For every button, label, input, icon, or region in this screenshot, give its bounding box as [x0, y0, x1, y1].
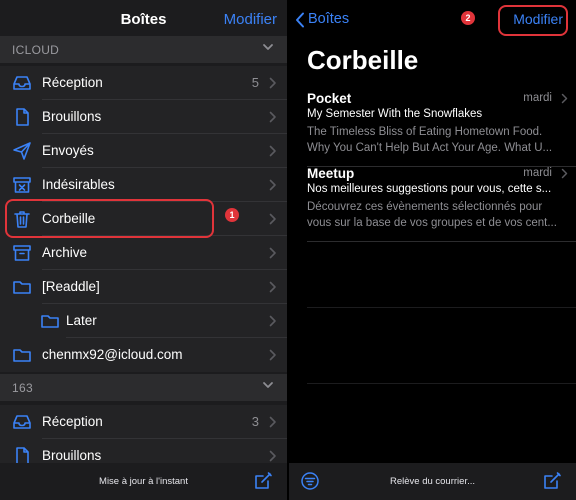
- list-divider: [307, 307, 576, 308]
- message-subject: My Semester With the Snowflakes: [307, 108, 483, 120]
- mailbox-row-inbox[interactable]: Réception 5: [0, 66, 287, 100]
- paper-plane-icon: [13, 142, 31, 160]
- message-list-pane: Boîtes Modifier Corbeille Pocket mardi M…: [289, 0, 576, 500]
- chevron-left-icon: [296, 12, 304, 28]
- folder-icon: [13, 281, 31, 294]
- mailboxes-navbar: Boîtes Modifier: [0, 0, 287, 40]
- back-label: Boîtes: [308, 11, 350, 27]
- mailbox-label: [Readdle]: [42, 279, 100, 294]
- message-preview: The Timeless Bliss of Eating Hometown Fo…: [307, 126, 553, 154]
- chevron-down-icon: [263, 44, 273, 50]
- mailbox-label: Réception: [42, 414, 103, 429]
- compose-icon[interactable]: [542, 471, 562, 491]
- fetch-status: Relève du courrier...: [389, 476, 475, 487]
- mailbox-row-sent[interactable]: Envoyés: [0, 134, 287, 168]
- step-badge-2: 2: [461, 11, 475, 25]
- mailbox-row-icloud-address[interactable]: chenmx92@icloud.com: [0, 338, 287, 372]
- section-header-163[interactable]: 163: [0, 374, 287, 401]
- mailbox-row-junk[interactable]: Indésirables: [0, 168, 287, 202]
- mailbox-label: Réception: [42, 75, 103, 90]
- mailbox-label: Envoyés: [42, 143, 94, 158]
- message-sender: Pocket: [307, 91, 352, 106]
- mailbox-label: Archive: [42, 245, 88, 260]
- chevron-right-icon: [561, 168, 568, 179]
- mailbox-row-inbox-163[interactable]: Réception 3: [0, 405, 287, 439]
- section-label: ICLOUD: [12, 43, 60, 57]
- message-row[interactable]: Meetup mardi Nos meilleures suggestions …: [289, 166, 576, 242]
- row-divider: [307, 241, 576, 242]
- mailboxes-pane: Boîtes Modifier ICLOUD Réception 5 Broui…: [0, 0, 287, 500]
- inbox-icon: [13, 415, 31, 429]
- chevron-right-icon: [269, 111, 276, 123]
- mailbox-row-drafts[interactable]: Brouillons: [0, 100, 287, 134]
- inbox-icon: [13, 76, 31, 90]
- chevron-right-icon: [269, 281, 276, 293]
- message-preview: Découvrez ces évènements sélectionnés po…: [307, 201, 557, 229]
- unread-count: 5: [251, 75, 259, 90]
- message-date: mardi: [523, 167, 552, 179]
- mailbox-row-readdle[interactable]: [Readdle]: [0, 270, 287, 304]
- mailbox-label: Indésirables: [42, 177, 115, 192]
- chevron-down-icon: [263, 382, 273, 388]
- chevron-right-icon: [269, 349, 276, 361]
- folder-icon: [13, 349, 31, 362]
- chevron-right-icon: [269, 450, 276, 462]
- edit-mailboxes-button[interactable]: Modifier: [224, 11, 277, 28]
- mailbox-row-archive[interactable]: Archive: [0, 236, 287, 270]
- message-date: mardi: [523, 92, 552, 104]
- update-status: Mise à jour à l'instant: [99, 476, 188, 487]
- mailboxes-toolbar: Mise à jour à l'instant: [0, 463, 287, 500]
- chevron-right-icon: [269, 213, 276, 225]
- list-divider: [307, 383, 576, 384]
- message-subject: Nos meilleures suggestions pour vous, ce…: [307, 183, 552, 195]
- mailbox-label: Brouillons: [42, 109, 102, 124]
- chevron-right-icon: [269, 416, 276, 428]
- chevron-right-icon: [269, 247, 276, 259]
- mailbox-row-later[interactable]: Later: [0, 304, 287, 338]
- mailbox-label: Later: [66, 313, 97, 328]
- folder-icon: [41, 315, 59, 328]
- chevron-right-icon: [269, 315, 276, 327]
- highlight-callout-2: [498, 5, 568, 36]
- section-header-icloud[interactable]: ICLOUD: [0, 36, 287, 63]
- chevron-right-icon: [561, 93, 568, 104]
- messages-toolbar: Relève du courrier...: [289, 463, 576, 500]
- compose-icon[interactable]: [253, 471, 273, 491]
- document-icon: [16, 108, 29, 126]
- highlight-callout-1: [5, 199, 214, 238]
- chevron-right-icon: [269, 77, 276, 89]
- message-sender: Meetup: [307, 166, 355, 181]
- mailbox-title: Corbeille: [307, 45, 419, 75]
- chevron-right-icon: [269, 145, 276, 157]
- unread-count: 3: [251, 414, 259, 429]
- junk-icon: [13, 177, 31, 193]
- message-row[interactable]: Pocket mardi My Semester With the Snowfl…: [289, 91, 576, 167]
- chevron-right-icon: [269, 179, 276, 191]
- section-label: 163: [12, 381, 33, 395]
- step-badge-1: 1: [225, 208, 239, 222]
- mailbox-label: chenmx92@icloud.com: [42, 347, 183, 362]
- mailbox-label: Brouillons: [42, 448, 102, 463]
- archive-box-icon: [13, 245, 31, 261]
